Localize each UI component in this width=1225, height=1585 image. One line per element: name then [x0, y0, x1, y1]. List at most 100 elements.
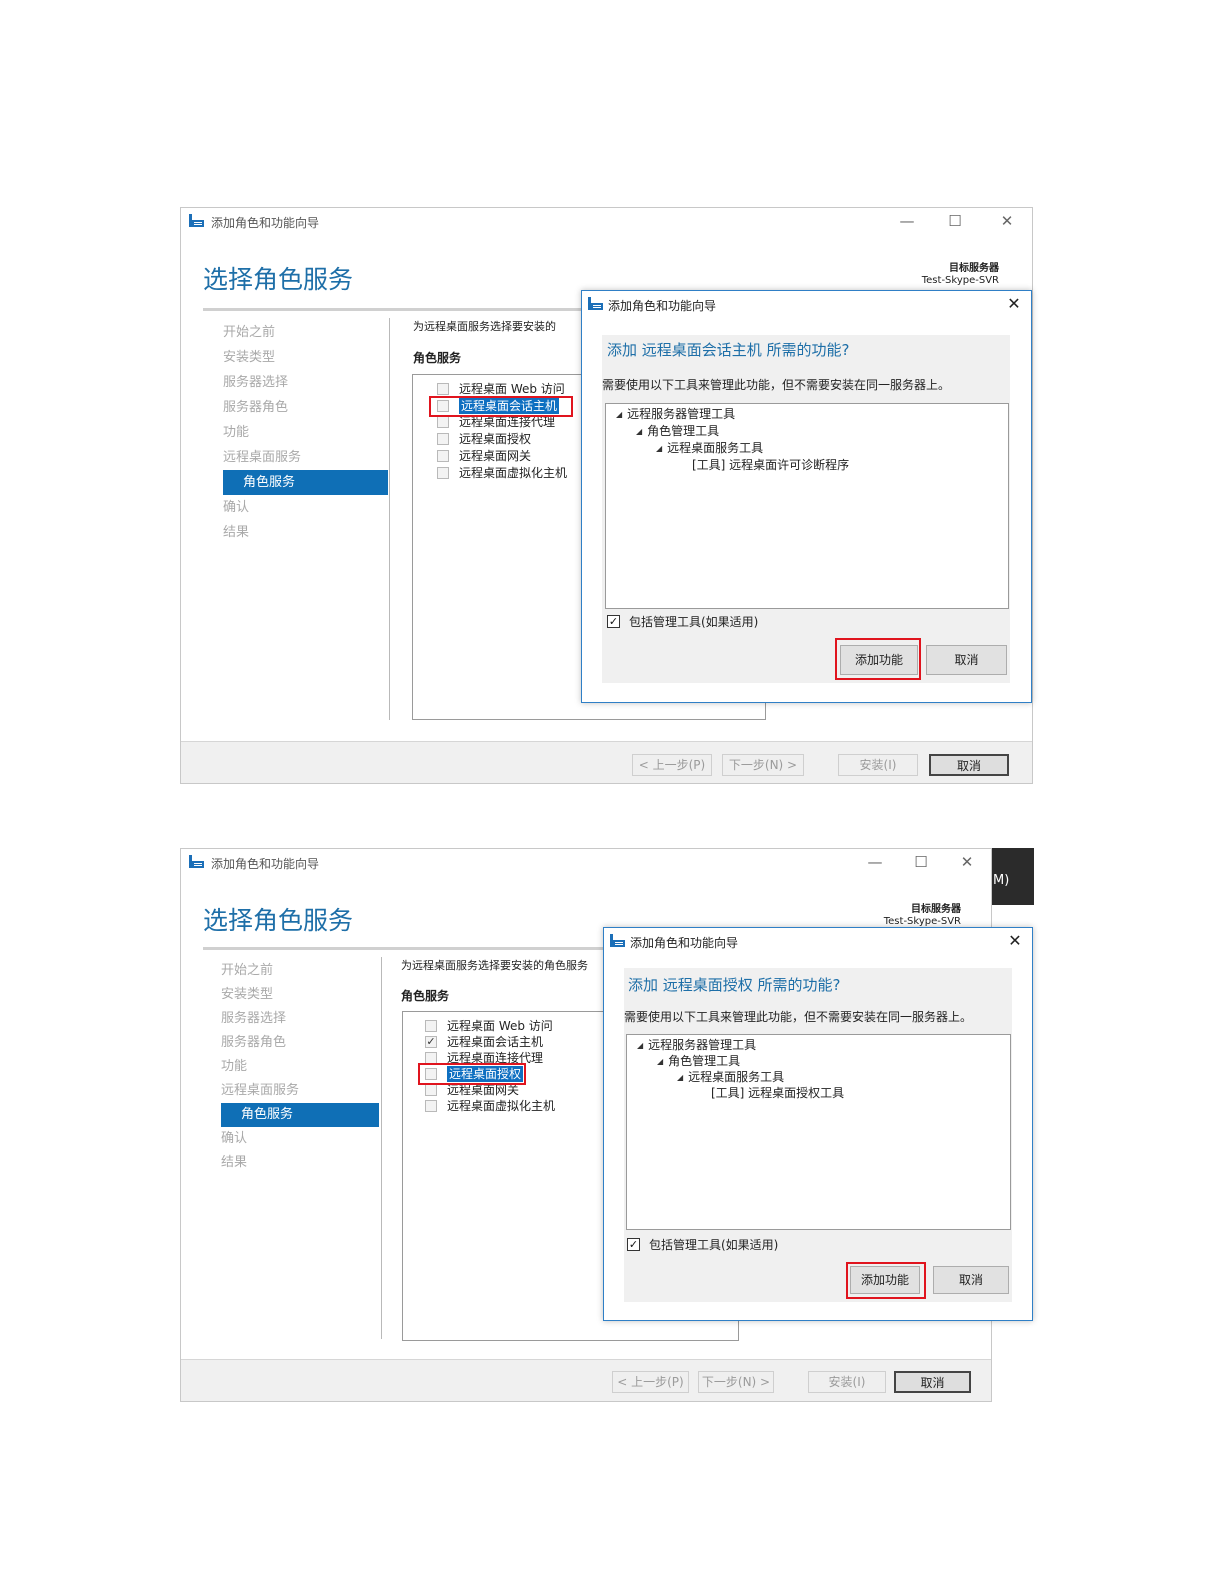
highlight-box — [835, 638, 921, 680]
minimize-button[interactable]: — — [889, 210, 925, 232]
features-tree: ◢ 远程服务器管理工具 ◢ 角色管理工具 ◢ 远程桌面服务工具 [工具] 远程桌面许可… — [605, 403, 1009, 609]
dialog-title-bar: 添加角色和功能向导 ✕ — [604, 928, 1032, 954]
tree-node[interactable]: ◢ 角色管理工具 — [657, 1053, 740, 1070]
dialog-close-button[interactable]: ✕ — [1003, 293, 1025, 315]
wizard-footer: < 上一步(P) 下一步(N) > 安装(I) 取消 — [181, 741, 1032, 783]
previous-button[interactable]: < 上一步(P) — [612, 1371, 689, 1393]
screenshot-2: M) 添加角色和功能向导 — ☐ ✕ 选择角色服务 目标服务器 Test-Sky… — [0, 840, 1225, 1410]
checkbox[interactable] — [425, 1100, 437, 1112]
dialog-question: 添加 远程桌面会话主机 所需的功能? — [607, 341, 850, 359]
step-item[interactable]: 确认 — [223, 495, 388, 520]
maximize-button[interactable]: ☐ — [903, 851, 939, 873]
tree-node[interactable]: ◢ 远程桌面服务工具 — [677, 1069, 784, 1086]
previous-button[interactable]: < 上一步(P) — [632, 754, 712, 776]
triangle-down-icon: ◢ — [616, 410, 623, 419]
minimize-button[interactable]: — — [857, 851, 893, 873]
step-item[interactable]: 服务器角色 — [221, 1031, 379, 1055]
server-manager-icon — [189, 855, 204, 868]
triangle-down-icon: ◢ — [656, 444, 663, 453]
role-description: 为远程桌面服务选择要安装的角色服务 — [401, 959, 588, 972]
window-title: 添加角色和功能向导 — [211, 857, 320, 871]
checkbox[interactable] — [437, 467, 449, 479]
title-bar: 添加角色和功能向导 — ☐ ✕ — [181, 208, 1032, 234]
checkbox[interactable] — [425, 1084, 437, 1096]
install-button[interactable]: 安装(I) — [838, 754, 918, 776]
tree-node[interactable]: [工具] 远程桌面授权工具 — [711, 1085, 844, 1101]
checkmark-icon[interactable]: ✓ — [607, 615, 620, 628]
tree-node[interactable]: ◢ 角色管理工具 — [636, 423, 719, 440]
target-server: 目标服务器 Test-Skype-SVR — [781, 904, 961, 928]
dialog-cancel-button[interactable]: 取消 — [933, 1266, 1009, 1294]
next-button[interactable]: 下一步(N) > — [722, 754, 804, 776]
step-item[interactable]: 安装类型 — [223, 345, 388, 370]
cancel-button[interactable]: 取消 — [929, 754, 1009, 776]
step-item[interactable]: 服务器角色 — [223, 395, 388, 420]
dialog-description: 需要使用以下工具来管理此功能，但不需要安装在同一服务器上。 — [624, 1010, 973, 1024]
tree-node[interactable]: ◢ 远程服务器管理工具 — [616, 406, 735, 423]
step-item[interactable]: 结果 — [223, 520, 388, 545]
dialog-question: 添加 远程桌面授权 所需的功能? — [628, 976, 841, 994]
step-item-active[interactable]: 角色服务 — [221, 1103, 379, 1127]
highlight-box — [429, 396, 573, 417]
next-button[interactable]: 下一步(N) > — [698, 1371, 774, 1393]
target-server-name: Test-Skype-SVR — [921, 275, 999, 286]
install-button[interactable]: 安装(I) — [808, 1371, 886, 1393]
wizard-steps: 开始之前 安装类型 服务器选择 服务器角色 功能 远程桌面服务 角色服务 确认 … — [221, 959, 379, 1175]
tree-node[interactable]: ◢ 远程桌面服务工具 — [656, 440, 763, 457]
cancel-button[interactable]: 取消 — [894, 1371, 971, 1393]
checkmark-icon[interactable]: ✓ — [627, 1238, 640, 1251]
screenshot-1: 添加角色和功能向导 — ☐ ✕ 选择角色服务 目标服务器 Test-Skype-… — [0, 0, 1225, 790]
nav-divider — [381, 957, 382, 1339]
server-manager-icon — [588, 297, 603, 310]
wizard-steps: 开始之前 安装类型 服务器选择 服务器角色 功能 远程桌面服务 角色服务 确认 … — [223, 320, 388, 545]
header-divider — [203, 308, 603, 311]
highlight-box — [846, 1262, 926, 1299]
checkmark-icon[interactable]: ✓ — [425, 1036, 437, 1048]
checkbox[interactable] — [437, 433, 449, 445]
target-server: 目标服务器 Test-Skype-SVR — [821, 263, 999, 287]
header-divider — [203, 947, 608, 950]
checkbox[interactable] — [437, 383, 449, 395]
step-item[interactable]: 远程桌面服务 — [221, 1079, 379, 1103]
checkbox[interactable] — [437, 416, 449, 428]
dialog-cancel-button[interactable]: 取消 — [926, 645, 1007, 675]
checkbox[interactable] — [437, 450, 449, 462]
maximize-button[interactable]: ☐ — [937, 210, 973, 232]
step-item[interactable]: 服务器选择 — [223, 370, 388, 395]
server-manager-icon — [189, 214, 204, 227]
step-item[interactable]: 结果 — [221, 1151, 379, 1175]
dialog-close-button[interactable]: ✕ — [1004, 930, 1026, 952]
dialog-title-bar: 添加角色和功能向导 ✕ — [582, 291, 1031, 317]
page-title: 选择角色服务 — [203, 265, 354, 294]
highlight-box — [418, 1063, 526, 1085]
add-features-dialog: 添加角色和功能向导 ✕ 添加 远程桌面会话主机 所需的功能? 需要使用以下工具来… — [581, 290, 1032, 703]
background-text: M) — [993, 873, 1010, 888]
triangle-down-icon: ◢ — [636, 427, 643, 436]
step-item[interactable]: 安装类型 — [221, 983, 379, 1007]
add-features-dialog: 添加角色和功能向导 ✕ 添加 远程桌面授权 所需的功能? 需要使用以下工具来管理… — [603, 927, 1033, 1321]
target-server-label: 目标服务器 — [911, 904, 961, 915]
dialog-title: 添加角色和功能向导 — [608, 299, 717, 313]
step-item-active[interactable]: 角色服务 — [223, 470, 388, 495]
target-server-label: 目标服务器 — [949, 263, 999, 274]
close-button[interactable]: ✕ — [989, 210, 1025, 232]
step-item[interactable]: 功能 — [223, 420, 388, 445]
nav-divider — [389, 318, 390, 720]
step-item[interactable]: 服务器选择 — [221, 1007, 379, 1031]
step-item[interactable]: 开始之前 — [221, 959, 379, 983]
server-manager-icon — [610, 934, 625, 947]
step-item[interactable]: 确认 — [221, 1127, 379, 1151]
features-tree: ◢ 远程服务器管理工具 ◢ 角色管理工具 ◢ 远程桌面服务工具 [工具] 远程桌面授权… — [626, 1034, 1011, 1230]
checkbox[interactable] — [425, 1020, 437, 1032]
dialog-description: 需要使用以下工具来管理此功能，但不需要安装在同一服务器上。 — [602, 378, 951, 392]
step-item[interactable]: 功能 — [221, 1055, 379, 1079]
step-item[interactable]: 开始之前 — [223, 320, 388, 345]
step-item[interactable]: 远程桌面服务 — [223, 445, 388, 470]
close-button[interactable]: ✕ — [949, 851, 985, 873]
tree-node[interactable]: ◢ 远程服务器管理工具 — [637, 1037, 756, 1054]
dialog-title: 添加角色和功能向导 — [630, 936, 739, 950]
role-services-label: 角色服务 — [401, 989, 450, 1003]
triangle-down-icon: ◢ — [637, 1041, 644, 1050]
title-bar: 添加角色和功能向导 — ☐ ✕ — [181, 849, 991, 875]
tree-node[interactable]: [工具] 远程桌面许可诊断程序 — [692, 457, 849, 473]
